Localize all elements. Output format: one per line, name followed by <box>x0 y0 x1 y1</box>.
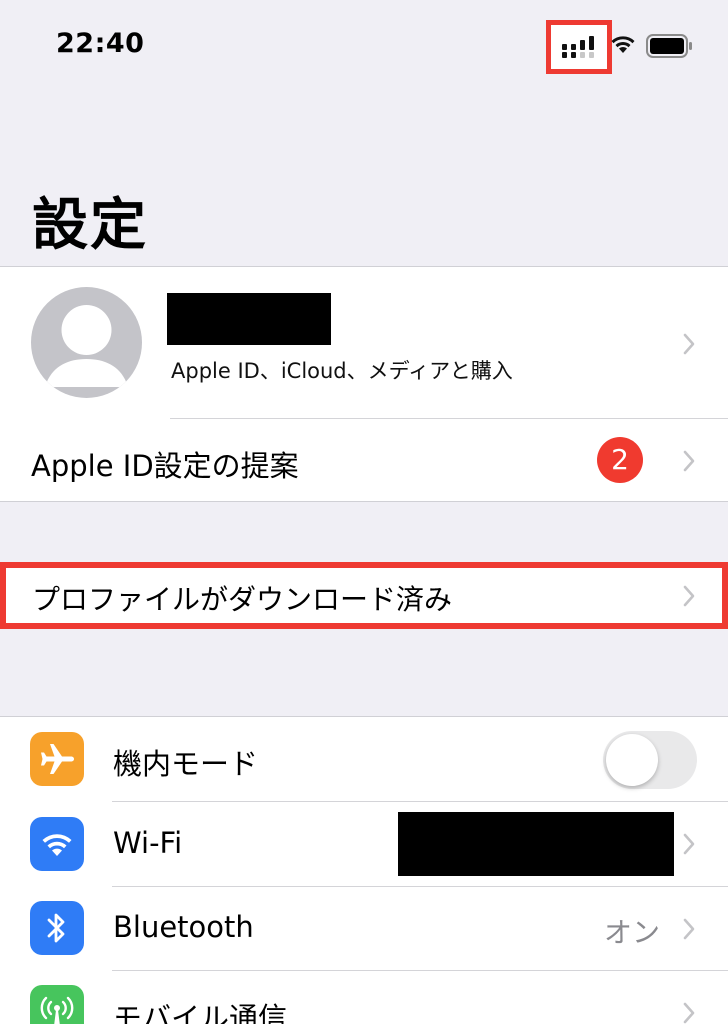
airplane-mode-label: 機内モード <box>113 747 259 781</box>
toggle-knob <box>606 734 658 786</box>
chevron-right-icon <box>683 833 695 855</box>
chevron-right-icon <box>683 450 695 472</box>
redacted-name <box>167 293 331 345</box>
wifi-row[interactable]: Wi-Fi <box>0 802 728 886</box>
bluetooth-icon-tile <box>30 901 84 955</box>
notification-badge: 2 <box>597 437 643 483</box>
bluetooth-status: オン <box>603 916 660 949</box>
cellular-icon <box>40 996 74 1024</box>
bluetooth-row[interactable]: Bluetooth オン <box>0 887 728 971</box>
chevron-right-icon <box>683 333 695 355</box>
battery-icon <box>646 34 692 58</box>
chevron-right-icon <box>683 1002 695 1024</box>
apple-id-subtitle: Apple ID、iCloud、メディアと購入 <box>171 359 513 383</box>
suggestion-label: Apple ID設定の提案 <box>31 449 299 483</box>
status-time: 22:40 <box>56 28 145 59</box>
chevron-right-icon <box>683 918 695 940</box>
settings-screen: 22:40 設定 Apple ID、iCloud、メディアと購入 Apple I… <box>0 0 728 1024</box>
avatar <box>31 287 142 398</box>
settings-group: 機内モード Wi-Fi Bluetooth オン モバイル通信 <box>0 716 728 1024</box>
cellular-signal-icon <box>562 36 594 58</box>
airplane-mode-row: 機内モード <box>0 717 728 801</box>
profile-downloaded-row[interactable]: プロファイルがダウンロード済み <box>0 562 728 629</box>
profile-downloaded-label: プロファイルがダウンロード済み <box>32 583 453 616</box>
airplane-icon <box>41 744 74 774</box>
chevron-right-icon <box>683 585 695 607</box>
wifi-label: Wi-Fi <box>113 826 183 860</box>
airplane-icon-tile <box>30 732 84 786</box>
redacted-network-name <box>398 812 674 876</box>
signal-highlight-box <box>546 20 612 74</box>
mobile-data-label: モバイル通信 <box>113 1001 288 1024</box>
bluetooth-icon <box>47 913 65 943</box>
apple-id-row[interactable]: Apple ID、iCloud、メディアと購入 <box>0 267 728 418</box>
cellular-icon-tile <box>30 985 84 1024</box>
wifi-status-icon <box>611 36 635 53</box>
airplane-mode-toggle[interactable] <box>603 731 697 789</box>
wifi-icon <box>42 834 72 856</box>
wifi-icon-tile <box>30 817 84 871</box>
bluetooth-label: Bluetooth <box>113 910 254 944</box>
mobile-data-row[interactable]: モバイル通信 <box>0 971 728 1024</box>
person-icon <box>45 305 128 387</box>
page-title: 設定 <box>32 193 148 258</box>
